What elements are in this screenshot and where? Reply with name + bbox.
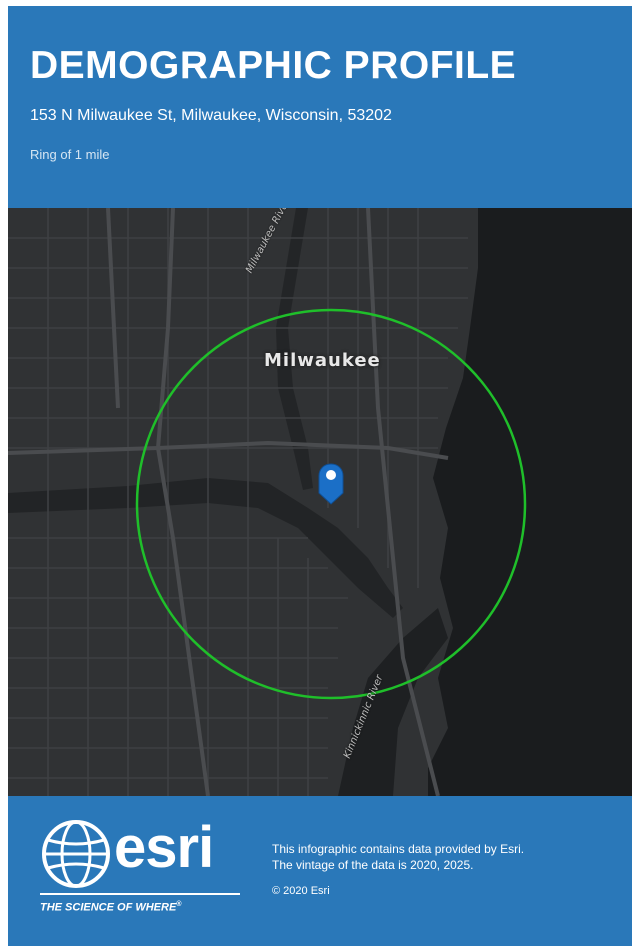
city-label: Milwaukee bbox=[264, 350, 381, 371]
infographic-page: DEMOGRAPHIC PROFILE 153 N Milwaukee St, … bbox=[8, 6, 632, 946]
map[interactable]: Milwaukee Milwaukee River Kinnickinnic R… bbox=[8, 208, 632, 796]
data-note: This infographic contains data provided … bbox=[272, 841, 602, 873]
data-note-line-2: The vintage of the data is 2020, 2025. bbox=[272, 858, 474, 872]
footer: esri THE SCIENCE OF WHERE® This infograp… bbox=[8, 796, 632, 946]
address: 153 N Milwaukee St, Milwaukee, Wisconsin… bbox=[30, 107, 392, 124]
lake-michigan bbox=[428, 208, 632, 796]
globe-icon bbox=[42, 820, 110, 888]
page-title: DEMOGRAPHIC PROFILE bbox=[30, 44, 517, 87]
tagline: THE SCIENCE OF WHERE® bbox=[40, 901, 182, 914]
location-pin-icon[interactable] bbox=[318, 463, 344, 505]
esri-logo[interactable]: esri THE SCIENCE OF WHERE® bbox=[36, 815, 246, 928]
copyright: © 2020 Esri bbox=[272, 885, 330, 897]
ring-description: Ring of 1 mile bbox=[30, 147, 110, 162]
brand-wordmark: esri bbox=[114, 815, 214, 880]
header: DEMOGRAPHIC PROFILE 153 N Milwaukee St, … bbox=[8, 6, 632, 206]
data-note-line-1: This infographic contains data provided … bbox=[272, 842, 525, 856]
logo-divider bbox=[40, 893, 240, 895]
